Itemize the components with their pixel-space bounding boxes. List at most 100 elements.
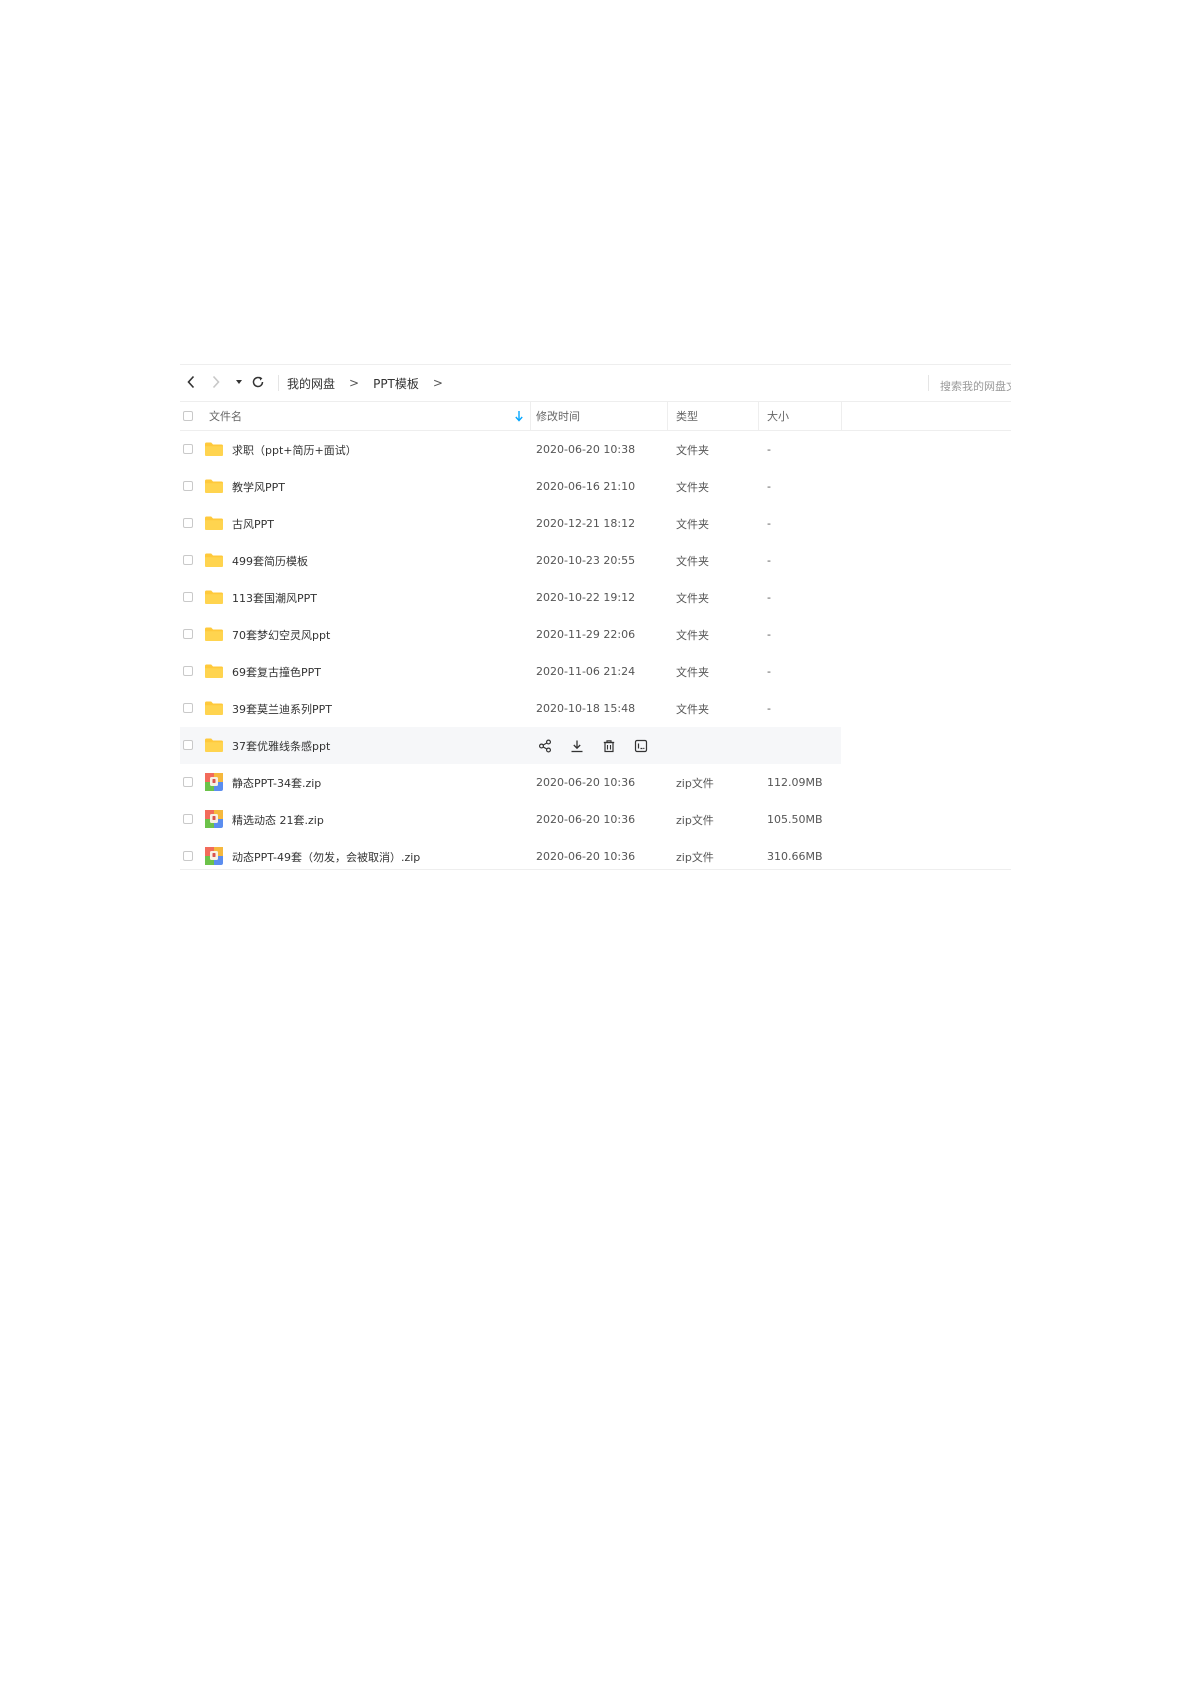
file-name[interactable]: 求职（ppt+简历+面试） [232, 431, 357, 468]
file-modified: 2020-10-22 19:12 [536, 591, 636, 604]
column-divider[interactable] [841, 402, 842, 430]
file-browser-panel: 我的网盘 > PPT模板 > 文件名 修改时间 类型 大小 求职（ppt+简历+… [180, 364, 1011, 870]
file-name[interactable]: 499套简历模板 [232, 542, 308, 579]
file-type: 文件夹 [676, 628, 709, 642]
file-type: zip文件 [676, 776, 714, 790]
folder-icon [204, 478, 224, 494]
file-type: 文件夹 [676, 517, 709, 531]
file-name[interactable]: 37套优雅线条感ppt [232, 727, 330, 764]
row-checkbox[interactable] [183, 592, 193, 602]
file-size: 112.09MB [767, 776, 823, 789]
breadcrumb-root[interactable]: 我的网盘 [287, 375, 335, 392]
file-size: - [767, 480, 771, 493]
file-type: 文件夹 [676, 480, 709, 494]
zip-archive-icon [204, 809, 224, 829]
file-modified: 2020-06-16 21:10 [536, 480, 636, 493]
row-checkbox[interactable] [183, 740, 193, 750]
table-row[interactable]: 69套复古撞色PPT 2020-11-06 21:24 文件夹 - [180, 653, 1011, 690]
refresh-icon[interactable] [250, 374, 266, 390]
file-name[interactable]: 39套莫兰迪系列PPT [232, 690, 332, 727]
breadcrumb-trailing-separator[interactable]: > [433, 376, 443, 390]
folder-icon [204, 589, 224, 605]
row-checkbox[interactable] [183, 666, 193, 676]
column-divider[interactable] [530, 402, 531, 430]
caret-down-icon[interactable] [231, 374, 247, 390]
search-divider [928, 375, 929, 391]
row-checkbox[interactable] [183, 703, 193, 713]
breadcrumb-current[interactable]: PPT模板 [373, 375, 419, 392]
row-checkbox[interactable] [183, 851, 193, 861]
column-header-type[interactable]: 类型 [676, 402, 698, 430]
column-header-modified[interactable]: 修改时间 [536, 402, 580, 430]
folder-icon [204, 663, 224, 679]
file-type: 文件夹 [676, 554, 709, 568]
table-row[interactable]: 70套梦幻空灵风ppt 2020-11-29 22:06 文件夹 - [180, 616, 1011, 653]
select-all-checkbox[interactable] [183, 411, 193, 421]
chevron-left-icon[interactable] [183, 374, 199, 390]
file-size: - [767, 554, 771, 567]
file-name[interactable]: 精选动态 21套.zip [232, 801, 324, 838]
column-divider[interactable] [667, 402, 668, 430]
file-modified: 2020-10-18 15:48 [536, 702, 636, 715]
table-row[interactable]: 113套国潮风PPT 2020-10-22 19:12 文件夹 - [180, 579, 1011, 616]
folder-icon [204, 700, 224, 716]
search-input[interactable] [940, 380, 1011, 391]
table-row[interactable]: 37套优雅线条感ppt [180, 727, 1011, 764]
file-list: 求职（ppt+简历+面试） 2020-06-20 10:38 文件夹 - 教学风PPT… [180, 431, 1011, 875]
file-modified: 2020-11-06 21:24 [536, 665, 636, 678]
file-modified: 2020-06-20 10:36 [536, 813, 636, 826]
folder-icon [204, 737, 224, 753]
breadcrumb: 我的网盘 > PPT模板 > [287, 365, 443, 401]
share-icon[interactable] [536, 737, 553, 754]
sort-down-arrow-icon[interactable] [513, 409, 525, 423]
row-checkbox[interactable] [183, 814, 193, 824]
more-icon[interactable] [632, 737, 649, 754]
table-row[interactable]: 教学风PPT 2020-06-16 21:10 文件夹 - [180, 468, 1011, 505]
column-header-size[interactable]: 大小 [767, 402, 789, 430]
table-row[interactable]: 求职（ppt+简历+面试） 2020-06-20 10:38 文件夹 - [180, 431, 1011, 468]
file-name[interactable]: 静态PPT-34套.zip [232, 764, 321, 801]
table-row[interactable]: 499套简历模板 2020-10-23 20:55 文件夹 - [180, 542, 1011, 579]
search-box [940, 375, 1011, 391]
list-bottom-border [180, 869, 1011, 870]
row-actions [536, 737, 664, 754]
row-checkbox[interactable] [183, 777, 193, 787]
file-name[interactable]: 古风PPT [232, 505, 274, 542]
file-modified: 2020-12-21 18:12 [536, 517, 636, 530]
file-name[interactable]: 70套梦幻空灵风ppt [232, 616, 330, 653]
table-row[interactable]: 精选动态 21套.zip 2020-06-20 10:36 zip文件 105.50M… [180, 801, 1011, 838]
toolbar-divider [278, 375, 279, 391]
file-name[interactable]: 113套国潮风PPT [232, 579, 317, 616]
row-checkbox[interactable] [183, 555, 193, 565]
file-type: zip文件 [676, 813, 714, 827]
download-icon[interactable] [568, 737, 585, 754]
row-checkbox[interactable] [183, 629, 193, 639]
file-type: 文件夹 [676, 665, 709, 679]
folder-icon [204, 515, 224, 531]
file-size: 105.50MB [767, 813, 823, 826]
column-header-name[interactable]: 文件名 [209, 402, 242, 430]
chevron-right-icon[interactable] [208, 374, 224, 390]
table-header: 文件名 修改时间 类型 大小 [180, 402, 1011, 431]
file-type: 文件夹 [676, 591, 709, 605]
column-divider[interactable] [758, 402, 759, 430]
row-checkbox[interactable] [183, 518, 193, 528]
table-row[interactable]: 39套莫兰迪系列PPT 2020-10-18 15:48 文件夹 - [180, 690, 1011, 727]
table-row[interactable]: 静态PPT-34套.zip 2020-06-20 10:36 zip文件 112.09… [180, 764, 1011, 801]
breadcrumb-separator: > [349, 376, 360, 390]
file-name[interactable]: 教学风PPT [232, 468, 285, 505]
folder-icon [204, 552, 224, 568]
file-modified: 2020-06-20 10:38 [536, 443, 636, 456]
file-name[interactable]: 69套复古撞色PPT [232, 653, 321, 690]
file-size: - [767, 702, 771, 715]
file-size: - [767, 443, 771, 456]
file-size: - [767, 591, 771, 604]
row-checkbox[interactable] [183, 444, 193, 454]
folder-icon [204, 441, 224, 457]
file-type: 文件夹 [676, 443, 709, 457]
trash-icon[interactable] [600, 737, 617, 754]
zip-archive-icon [204, 772, 224, 792]
file-modified: 2020-11-29 22:06 [536, 628, 636, 641]
row-checkbox[interactable] [183, 481, 193, 491]
table-row[interactable]: 古风PPT 2020-12-21 18:12 文件夹 - [180, 505, 1011, 542]
